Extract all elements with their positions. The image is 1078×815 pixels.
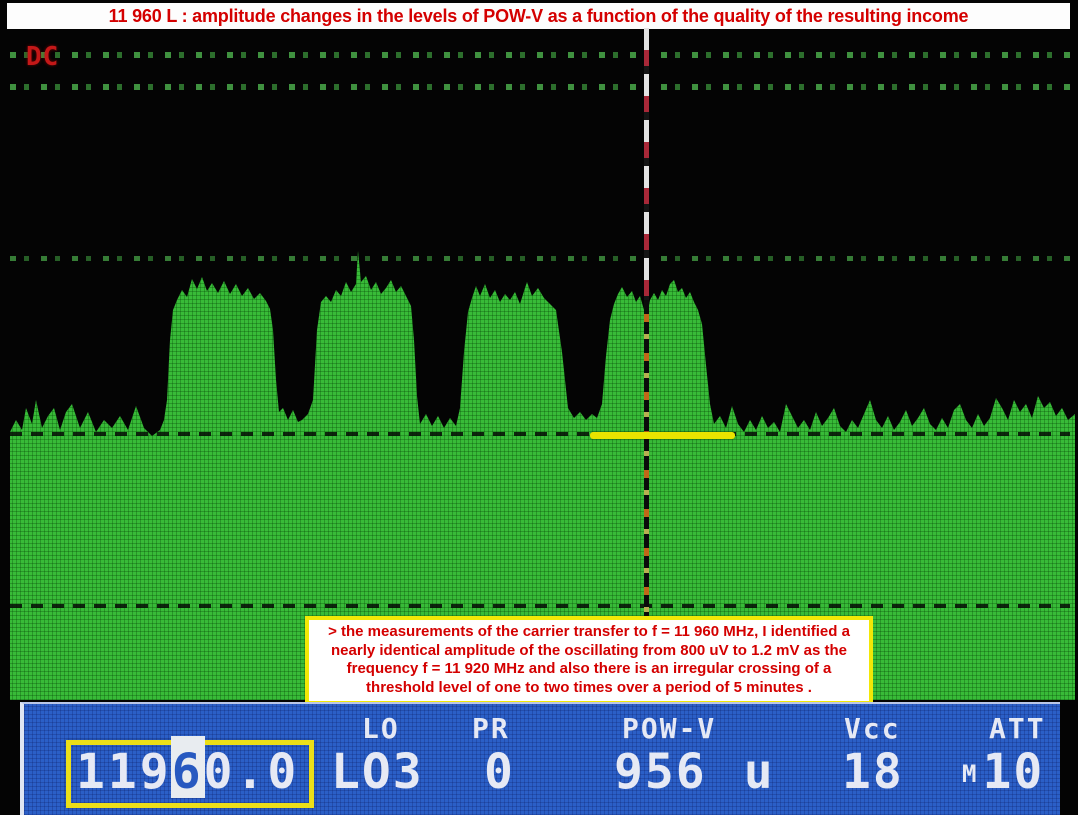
annotation-line-4: threshold level of one to two times over… <box>313 679 865 698</box>
instrument-screen: 11 960 L : amplitude changes in the leve… <box>0 0 1078 815</box>
powv-unit: u <box>744 744 775 800</box>
lo-label: LO <box>362 712 400 745</box>
center-frequency-cursor-line-upper <box>644 28 649 300</box>
frequency-input[interactable]: 11960.0 <box>76 748 299 796</box>
lo-value: LO3 <box>331 748 424 796</box>
graticule-dotted-line-second <box>10 84 1070 90</box>
powv-label: POW-V <box>622 712 716 745</box>
threshold-dashed-line-upper <box>10 432 1070 436</box>
vcc-label: Vcc <box>844 712 901 745</box>
spectrum-trace <box>0 0 1078 700</box>
status-bar: 11960.0 LO LO3 PR 0 POW-V 956u Vcc 18 AT… <box>20 702 1060 815</box>
title-bar: 11 960 L : amplitude changes in the leve… <box>7 3 1070 29</box>
pr-label: PR <box>472 712 510 745</box>
pr-value: 0 <box>484 748 515 796</box>
powv-value: 956u <box>614 748 775 796</box>
att-mode-prefix: M <box>962 760 978 788</box>
threshold-dashed-line-lower <box>10 604 1070 608</box>
annotation-line-3: frequency f = 11 920 MHz and also there … <box>313 660 865 679</box>
att-label: ATT <box>989 712 1046 745</box>
graticule-dotted-line-top <box>10 52 1070 58</box>
vcc-value: 18 <box>842 748 904 796</box>
powv-number: 956 <box>614 744 707 800</box>
dc-coupling-label: DC <box>26 42 59 72</box>
graticule-dotted-line-reference <box>10 256 1070 261</box>
annotation-line-2: nearly identical amplitude of the oscill… <box>313 642 865 661</box>
frequency-digits-post: 0.0 <box>204 744 300 800</box>
frequency-cursor-digit: 6 <box>171 736 205 798</box>
annotation-note-box: > the measurements of the carrier transf… <box>305 616 873 705</box>
page-title: 11 960 L : amplitude changes in the leve… <box>109 6 969 27</box>
att-value: M10 <box>962 748 1044 798</box>
center-frequency-cursor-line-lower <box>644 300 649 617</box>
att-number: 10 <box>982 744 1044 800</box>
frequency-digits-pre: 119 <box>76 744 172 800</box>
yellow-measurement-marker <box>590 432 735 439</box>
annotation-line-1: > the measurements of the carrier transf… <box>313 623 865 642</box>
